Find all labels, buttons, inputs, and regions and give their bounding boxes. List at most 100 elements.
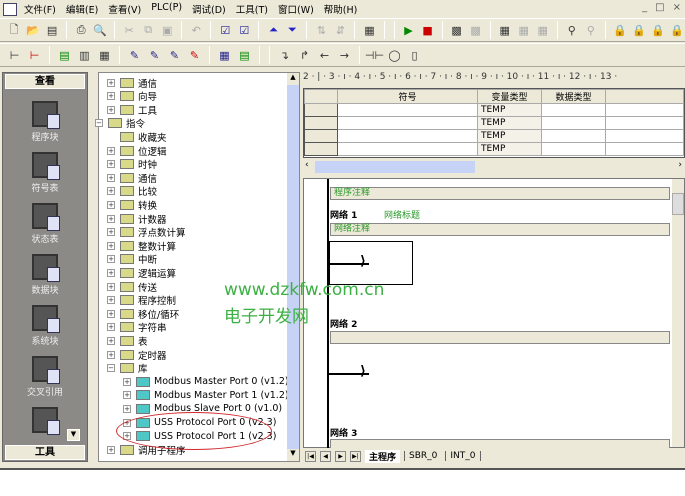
download-icon[interactable]: ⏷ [284, 22, 300, 39]
chart-status-icon[interactable]: ▦ [497, 22, 513, 39]
prev-bookmark-icon[interactable]: ✎ [166, 47, 183, 64]
table-cell[interactable]: TEMP [477, 129, 542, 143]
stl-view-icon[interactable]: ▥ [76, 47, 93, 64]
tree-item[interactable]: + Modbus Master Port 1 (v1.2) [123, 389, 289, 402]
expand-toggle[interactable]: + [107, 173, 115, 182]
tree-item[interactable]: + 位逻辑 [107, 144, 167, 158]
read-forced-icon[interactable]: 🔒 [669, 22, 685, 39]
scroll-thumb[interactable] [672, 193, 684, 215]
stop-icon[interactable]: ■ [420, 22, 436, 39]
lad-view-icon[interactable]: ▤ [56, 47, 73, 64]
expand-toggle[interactable]: + [107, 214, 115, 223]
menu-4[interactable]: 调试(D) [187, 2, 231, 16]
compile-icon[interactable]: ☑ [217, 22, 233, 39]
scroll-up-button[interactable]: ▲ [287, 73, 299, 85]
sort-desc-icon[interactable]: ⇵ [332, 22, 348, 39]
print-icon[interactable]: ⎙ [73, 22, 89, 39]
compile-all-icon[interactable]: ☑ [236, 22, 252, 39]
nav-item-2[interactable]: 状态表 [3, 203, 87, 245]
upload-icon[interactable]: ⏶ [265, 22, 281, 39]
next-tab-button[interactable]: ▶ [335, 450, 346, 462]
editor-vscrollbar[interactable] [672, 179, 684, 447]
nav-item-5[interactable]: 交叉引用 [3, 356, 87, 398]
tree-item[interactable]: + 通信 [107, 76, 157, 90]
sort-asc-icon[interactable]: ⇅ [313, 22, 329, 39]
expand-toggle[interactable]: + [107, 241, 115, 250]
nav-scroll-down-button[interactable]: ▼ [67, 429, 80, 441]
table-cell[interactable] [605, 142, 684, 156]
print-preview-icon[interactable]: 🔍 [92, 22, 108, 39]
expand-toggle[interactable]: + [107, 296, 115, 305]
expand-toggle[interactable]: + [107, 146, 115, 155]
tree-item[interactable]: + 整数计算 [107, 239, 176, 253]
tree-item[interactable]: + 逻辑运算 [107, 266, 176, 280]
expand-toggle[interactable]: + [107, 268, 115, 277]
bookmark-icon[interactable]: ✎ [126, 47, 143, 64]
expand-toggle[interactable]: − [95, 119, 103, 128]
table-cell[interactable] [541, 142, 606, 156]
table-cell[interactable]: TEMP [477, 116, 542, 130]
table-cell[interactable] [337, 116, 478, 130]
box-icon[interactable]: ▯ [406, 47, 423, 64]
nav-footer-tools[interactable]: 工具 [5, 445, 85, 460]
close-button[interactable]: × [673, 2, 681, 13]
table-cell[interactable] [605, 129, 684, 143]
run-icon[interactable]: ▶ [401, 22, 417, 39]
expand-toggle[interactable]: + [107, 200, 115, 209]
ladder-editor[interactable]: 程序注释 网络 1 网络标题 网络注释 ⟩ 网络 2 ⟩ 网络 3 [303, 178, 685, 452]
expand-toggle[interactable]: + [107, 336, 115, 345]
menu-0[interactable]: 文件(F) [19, 2, 61, 16]
network-comment[interactable]: 网络注释 [330, 223, 670, 236]
menu-5[interactable]: 工具(T) [231, 2, 273, 16]
tree-item[interactable]: + 表 [107, 334, 148, 348]
nav-header-view[interactable]: 查看 [5, 74, 85, 89]
expand-toggle[interactable]: + [107, 350, 115, 359]
expand-toggle[interactable]: + [107, 160, 115, 169]
delete-network-icon[interactable]: ⊢ [26, 47, 43, 64]
write-all-icon[interactable]: ▦ [535, 22, 551, 39]
table-cell[interactable] [541, 103, 606, 117]
force-icon[interactable]: 🔒 [612, 22, 628, 39]
scroll-right-icon[interactable]: › [678, 160, 682, 170]
tree-item[interactable]: + 通信 [107, 171, 157, 185]
tree-item[interactable]: + 程序控制 [107, 294, 176, 307]
tree-item[interactable]: + 定时器 [107, 348, 167, 362]
nav-item-3[interactable]: 数据块 [3, 254, 87, 296]
unforce-icon[interactable]: 🔒 [631, 22, 647, 39]
remove-bookmarks-icon[interactable]: ✎ [186, 47, 203, 64]
tab-sbr0[interactable]: SBR_0 [404, 451, 441, 461]
tree-item[interactable]: + 时钟 [107, 158, 157, 171]
tree-item[interactable]: − 库 [107, 362, 148, 375]
open-icon[interactable]: 📂 [25, 22, 41, 39]
line-down-icon[interactable]: ↴ [276, 47, 293, 64]
nav-item-0[interactable]: 程序块 [3, 101, 87, 143]
coil-icon[interactable]: ◯ [386, 47, 403, 64]
insert-network-icon[interactable]: ⊢ [6, 47, 23, 64]
expand-toggle[interactable]: + [107, 92, 115, 101]
first-tab-button[interactable]: |◀ [305, 450, 316, 462]
tree-item[interactable]: + 中断 [107, 253, 157, 266]
single-read-icon[interactable]: ▦ [516, 22, 532, 39]
minimize-button[interactable]: _ [642, 2, 647, 13]
prev-tab-button[interactable]: ◀ [320, 450, 331, 462]
replace-icon[interactable]: ⚲ [583, 22, 599, 39]
pause-status-icon[interactable]: ▩ [468, 22, 484, 39]
tree-item[interactable]: + 向导 [107, 90, 157, 103]
menu-1[interactable]: 编辑(E) [61, 2, 103, 16]
table-cell[interactable] [541, 116, 606, 130]
table-cell[interactable] [337, 142, 478, 156]
fbd-view-icon[interactable]: ▦ [96, 47, 113, 64]
apply-symbols-icon[interactable]: ▦ [216, 47, 233, 64]
tree-item[interactable]: + 移位/循环 [107, 307, 179, 321]
table-cell[interactable] [304, 129, 338, 143]
paste-icon[interactable]: ▣ [159, 22, 175, 39]
expand-toggle[interactable]: + [107, 105, 115, 114]
restore-button[interactable]: □ [655, 2, 664, 13]
tree-item[interactable]: − 指令 [95, 117, 145, 130]
expand-toggle[interactable]: + [107, 228, 115, 237]
line-left-icon[interactable]: ← [316, 47, 333, 64]
table-cell[interactable]: TEMP [477, 142, 542, 156]
tree-item[interactable]: + 字符串 [107, 321, 167, 334]
line-up-icon[interactable]: ↱ [296, 47, 313, 64]
find-icon[interactable]: ⚲ [564, 22, 580, 39]
